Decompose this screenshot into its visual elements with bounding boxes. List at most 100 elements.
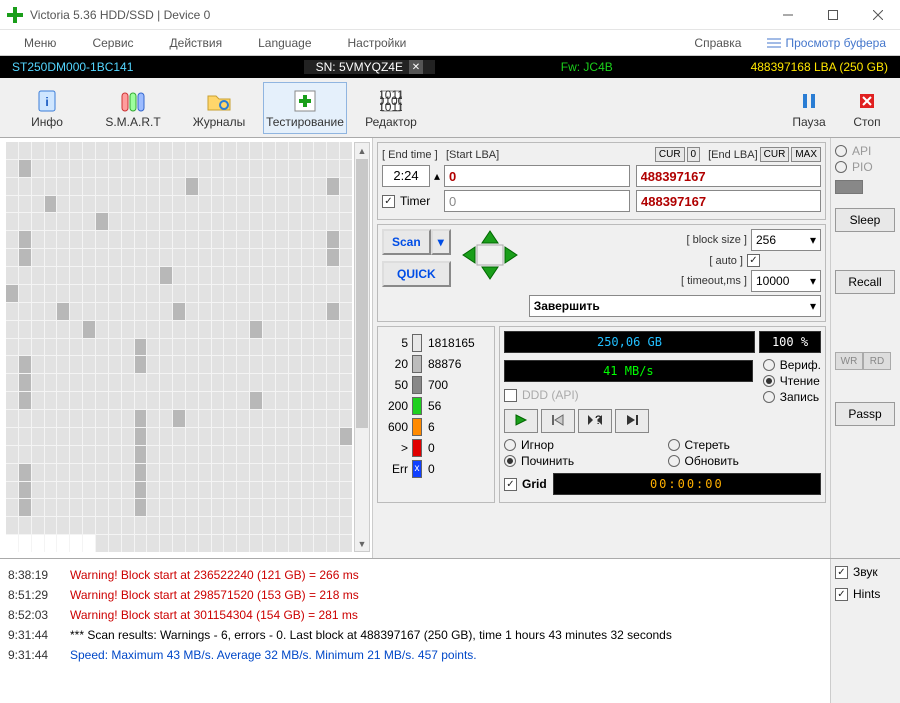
nav-pad[interactable]: [457, 229, 523, 281]
ddd-checkbox[interactable]: DDD (API): [504, 388, 753, 402]
map-cell: [250, 392, 262, 409]
map-cell: [327, 267, 339, 284]
block-size-select[interactable]: 256▾: [751, 229, 821, 251]
map-cell: [302, 142, 314, 159]
map-cell: [32, 517, 44, 534]
map-cell: [32, 249, 44, 266]
start-lba-input[interactable]: [444, 165, 630, 187]
map-cell: [224, 410, 236, 427]
map-cell: [6, 482, 18, 499]
map-cell: [32, 482, 44, 499]
menu-language[interactable]: Language: [240, 33, 329, 53]
map-cell: [96, 482, 108, 499]
menu-actions[interactable]: Действия: [152, 33, 241, 53]
ignore-radio[interactable]: Игнор: [504, 438, 658, 452]
recall-button[interactable]: Recall: [835, 270, 895, 294]
fix-radio[interactable]: Починить: [504, 454, 658, 468]
map-cell: [276, 482, 288, 499]
start-zero-button[interactable]: 0: [687, 147, 701, 162]
grid-checkbox[interactable]: ✓Grid: [504, 477, 547, 491]
map-cell: [237, 499, 249, 516]
map-cell: [135, 267, 147, 284]
end-max-button[interactable]: MAX: [791, 147, 821, 162]
tab-smart[interactable]: S.M.A.R.T: [91, 82, 175, 134]
menu-settings[interactable]: Настройки: [330, 33, 425, 53]
verify-radio[interactable]: Вериф.: [763, 358, 821, 372]
end-lba2-input[interactable]: [636, 190, 821, 212]
map-cell: [276, 392, 288, 409]
timeout-select[interactable]: 10000▾: [751, 270, 821, 292]
api-radio[interactable]: API: [835, 144, 896, 158]
map-cell: [70, 464, 82, 481]
map-cell: [199, 499, 211, 516]
tab-journals[interactable]: Журналы: [177, 82, 261, 134]
map-cell: [289, 231, 301, 248]
map-cell: [276, 213, 288, 230]
map-cell: [289, 321, 301, 338]
map-cell: [19, 464, 31, 481]
pio-radio[interactable]: PIO: [835, 160, 896, 174]
sound-checkbox[interactable]: ✓Звук: [835, 565, 896, 579]
map-cell: [212, 196, 224, 213]
passp-button[interactable]: Passp: [835, 402, 895, 426]
map-cell: [276, 267, 288, 284]
scroll-up-icon[interactable]: ▲: [355, 143, 369, 158]
map-cell: [135, 285, 147, 302]
percent-display: 100 %: [759, 331, 821, 353]
step-fwd-button[interactable]: [615, 409, 649, 433]
map-cell: [32, 178, 44, 195]
start-lba2-input[interactable]: [444, 190, 630, 212]
action-select[interactable]: Завершить▾: [529, 295, 821, 317]
serial-close-icon[interactable]: ✕: [409, 60, 423, 74]
map-cell: [122, 178, 134, 195]
sleep-button[interactable]: Sleep: [835, 208, 895, 232]
tab-journals-label: Журналы: [193, 115, 245, 129]
end-cur-button[interactable]: CUR: [760, 147, 790, 162]
refresh-radio[interactable]: Обновить: [668, 454, 822, 468]
timeout-header: [ timeout,ms ]: [529, 275, 747, 287]
read-radio[interactable]: Чтение: [763, 374, 821, 388]
map-cell: [289, 356, 301, 373]
auto-checkbox[interactable]: ✓: [747, 254, 765, 267]
tab-editor[interactable]: 010110101001010110 Редактор: [349, 82, 433, 134]
map-cell: [250, 285, 262, 302]
stop-button[interactable]: Стоп: [839, 82, 895, 134]
timer-checkbox[interactable]: ✓Timer: [382, 194, 444, 208]
play-button[interactable]: [504, 409, 538, 433]
map-cell: [340, 482, 352, 499]
map-cell: [237, 267, 249, 284]
map-cell: [96, 178, 108, 195]
maximize-button[interactable]: [810, 0, 855, 30]
close-button[interactable]: [855, 0, 900, 30]
tab-info[interactable]: i Инфо: [5, 82, 89, 134]
scrollbar-thumb[interactable]: [356, 159, 368, 428]
menu-menu[interactable]: Меню: [6, 33, 74, 53]
map-cell: [212, 213, 224, 230]
spinner-icon[interactable]: ▴: [430, 169, 444, 183]
map-cell: [224, 392, 236, 409]
buffer-view-link[interactable]: Просмотр буфера: [759, 33, 894, 53]
random-button[interactable]: ?: [578, 409, 612, 433]
map-cell: [340, 410, 352, 427]
map-cell: [302, 178, 314, 195]
end-lba-input[interactable]: [636, 165, 822, 187]
start-cur-button[interactable]: CUR: [655, 147, 685, 162]
write-radio[interactable]: Запись: [763, 390, 821, 404]
tab-testing[interactable]: Тестирование: [263, 82, 347, 134]
scan-dropdown-button[interactable]: ▾: [431, 229, 451, 255]
minimize-button[interactable]: [765, 0, 810, 30]
pause-button[interactable]: Пауза: [781, 82, 837, 134]
erase-radio[interactable]: Стереть: [668, 438, 822, 452]
map-scrollbar[interactable]: ▲ ▼: [354, 142, 370, 552]
quick-button[interactable]: QUICK: [382, 261, 451, 287]
map-cell: [32, 231, 44, 248]
step-back-button[interactable]: [541, 409, 575, 433]
map-cell: [109, 339, 121, 356]
hints-checkbox[interactable]: ✓Hints: [835, 587, 896, 601]
map-cell: [263, 160, 275, 177]
menu-service[interactable]: Сервис: [74, 33, 151, 53]
scroll-down-icon[interactable]: ▼: [355, 536, 369, 551]
map-cell: [237, 303, 249, 320]
scan-button[interactable]: Scan: [382, 229, 431, 255]
menu-help[interactable]: Справка: [676, 33, 759, 53]
